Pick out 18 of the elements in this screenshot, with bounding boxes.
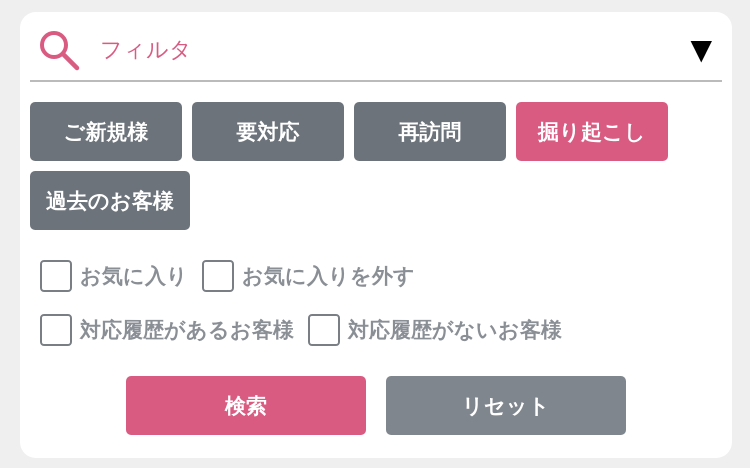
filter-tag[interactable]: 過去のお客様 [30, 171, 190, 230]
checkbox-label: 対応履歴がないお客様 [348, 317, 562, 344]
dropdown-arrow[interactable]: ▼ [690, 36, 712, 64]
filter-field[interactable]: フィルタ ▼ [30, 20, 722, 82]
checkbox[interactable] [202, 260, 234, 292]
filter-tag[interactable]: 掘り起こし [516, 102, 668, 161]
reset-button[interactable]: リセット [386, 376, 626, 435]
search-icon [38, 29, 80, 71]
checkbox-label: お気に入りを外す [242, 263, 415, 290]
checkbox[interactable] [40, 260, 72, 292]
filter-tag[interactable]: ご新規様 [30, 102, 182, 161]
filter-tag[interactable]: 再訪問 [354, 102, 506, 161]
checkbox-label: お気に入り [80, 263, 188, 290]
filter-tag[interactable]: 要対応 [192, 102, 344, 161]
checkbox[interactable] [40, 314, 72, 346]
checkbox[interactable] [308, 314, 340, 346]
search-button[interactable]: 検索 [126, 376, 366, 435]
checkbox-label: 対応履歴があるお客様 [80, 317, 294, 344]
